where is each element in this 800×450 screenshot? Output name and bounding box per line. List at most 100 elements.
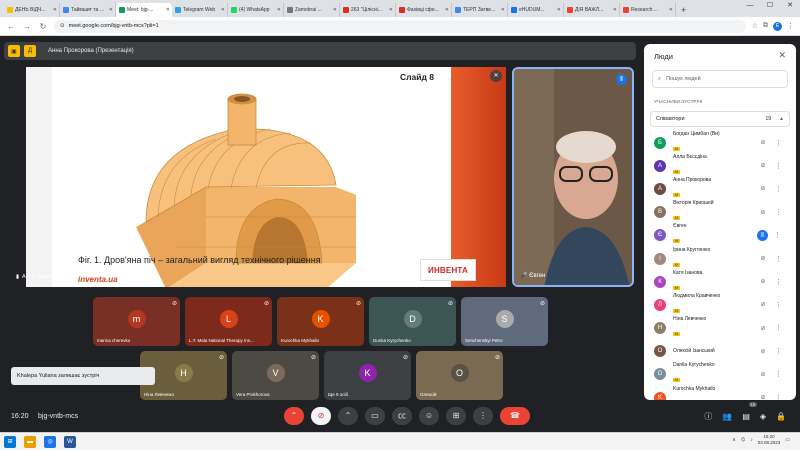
tab-close-icon[interactable]: ✕ [557,7,561,13]
mic-off-icon[interactable]: ⊘ [757,209,769,216]
mic-off-icon[interactable]: ⊘ [757,139,769,146]
more-options-icon[interactable]: ⋮ [775,162,782,170]
participant-tile[interactable]: V ⊘ Vera Prokhorova [232,351,319,400]
slides-icon[interactable]: ▣ [8,45,20,57]
more-options-icon[interactable]: ⋮ [775,301,782,309]
browser-tab[interactable]: ТЕРП Затве... ✕ [452,3,508,17]
browser-tab[interactable]: Таймшит та ... ✕ [60,3,116,17]
tray-arrow-icon[interactable]: ∧ [732,437,736,443]
browser-tab[interactable]: Telegram Web ✕ [172,3,228,17]
mic-off-icon[interactable]: ⊘ [757,278,769,285]
participant-row[interactable]: О Олексій Ізанський ⊘ ⋮ [650,340,790,363]
presentation-view[interactable]: Слайд 8 Фіг. 1. Дров'яна піч – загальний… [26,67,506,287]
more-options-icon[interactable]: ⋮ [775,208,782,216]
people-icon[interactable]: 👥 [722,412,732,421]
tab-close-icon[interactable]: ✕ [277,7,281,13]
participant-row[interactable]: Б Богдан Цимбал (Ви) М ⊘ ⋮ [650,131,790,154]
tab-close-icon[interactable]: ✕ [109,7,113,13]
more-options-button[interactable]: ⋮ [473,407,493,425]
more-options-icon[interactable]: ⋮ [775,255,782,263]
site-info-icon[interactable]: ⊙ [60,23,65,29]
participant-row[interactable]: Н Ніна Левченко М ⊘ ⋮ [650,316,790,340]
browser-tab[interactable]: ДЕНЬ ВІДЧ... ✕ [4,3,60,17]
browser-tab[interactable]: ДІЯ ВАЖЛ... ✕ [564,3,620,17]
participant-row[interactable]: В Вікторія Криошей М ⊘ ⋮ [650,200,790,224]
browser-tab[interactable]: 263 "Цілісні... ✕ [340,3,396,17]
browser-tab[interactable]: Research ... ✕ [620,3,676,17]
participant-tile[interactable]: S ⊘ Senchenskyi Petro [461,297,548,346]
more-options-icon[interactable]: ⋮ [775,347,782,355]
bookmark-star-icon[interactable]: ☆ [752,22,758,30]
participant-row[interactable]: І Ірина Кругленко М ⊘ ⋮ [650,247,790,270]
speaking-indicator-icon[interactable]: ||| [757,229,768,241]
presentation-mute-icon[interactable]: ✕ [490,70,502,82]
tab-close-icon[interactable]: ✕ [613,7,617,13]
more-options-icon[interactable]: ⋮ [775,394,782,400]
mic-off-icon[interactable]: ⊘ [757,371,769,378]
mic-options-button[interactable]: ⌃ [284,407,304,425]
mic-off-icon[interactable]: ⊘ [757,325,769,332]
participant-tile[interactable]: D ⊘ Dunka Kyrychenko [369,297,456,346]
participant-tile[interactable]: K ⊘ Ще 9 осіб [324,351,411,400]
volume-icon[interactable]: ♪ [750,437,753,443]
more-options-icon[interactable]: ⋮ [775,370,782,378]
participant-row[interactable]: К Катя Ізанова М ⊘ ⋮ [650,270,790,293]
participant-tile[interactable]: L ⊘ L.T. Mala National Therapy Ins... [185,297,272,346]
mic-off-icon[interactable]: ⊘ [757,162,769,169]
browser-tab[interactable]: Meet: bjg-... ✕ [116,3,172,17]
clock[interactable]: 16:20 03.08.2023 [758,434,781,446]
notifications-icon[interactable]: ▭ [785,437,790,443]
participant-row[interactable]: K Kurochka MykhailoМ ⊘ ⋮ [650,386,790,400]
mic-off-icon[interactable]: ⊘ [757,394,769,400]
participant-tile[interactable]: m ⊘ marina cherevko [93,297,180,346]
close-panel-icon[interactable]: ✕ [778,50,786,61]
host-controls-icon[interactable]: 🔒 [776,412,786,421]
captions-button[interactable]: ㏄ [392,407,412,425]
speaker-tile[interactable]: ||| 🎤 Євген [512,67,634,287]
participant-row[interactable]: А Анна Прокорова М ⊘ ⋮ [650,177,790,200]
mic-toggle-button[interactable]: ⊘ [311,407,331,425]
present-button[interactable]: ⊞ [446,407,466,425]
browser-tab[interactable]: Zamobrai ... ✕ [284,3,340,17]
activities-icon[interactable]: ◈ [760,412,766,421]
participant-row[interactable]: А Алла Бєсєдіна М ⊘ ⋮ [650,154,790,177]
profile-avatar[interactable]: E [773,21,782,31]
mic-off-icon[interactable]: ⊘ [757,185,769,192]
mic-off-icon[interactable]: ⊘ [757,301,769,308]
word-icon[interactable]: W [64,435,76,448]
new-tab-icon[interactable]: + [676,3,691,17]
participant-row[interactable]: Є Євген М ||| ⋮ [650,223,790,247]
reactions-button[interactable]: ☺ [419,407,439,425]
people-search-input[interactable]: ⌕ Пошук людей [652,70,788,88]
leave-call-button[interactable]: ☎ [500,407,530,425]
tab-close-icon[interactable]: ✕ [221,7,225,13]
chevron-up-icon[interactable]: ▲ [779,116,784,122]
tab-close-icon[interactable]: ✕ [389,7,393,13]
participant-tile[interactable]: О ⊘ Олексій [416,351,503,400]
mic-off-icon[interactable]: ⊘ [757,255,769,262]
tab-close-icon[interactable]: ✕ [166,7,170,13]
file-explorer-icon[interactable]: ▬ [24,435,36,448]
camera-toggle-button[interactable]: ▭ [365,407,385,425]
maximize-icon[interactable]: ☐ [760,0,780,14]
more-options-icon[interactable]: ⋮ [774,231,781,239]
browser-tab[interactable]: eHUDUM... ✕ [508,3,564,17]
more-options-icon[interactable]: ⋮ [775,324,782,332]
browser-tab[interactable]: Фахівці сфе... ✕ [396,3,452,17]
close-window-icon[interactable]: ✕ [780,0,800,14]
forward-icon[interactable]: → [22,22,32,31]
participant-row[interactable]: Л Людмила Кравченко М ⊘ ⋮ [650,293,790,316]
extensions-icon[interactable]: ⧉ [763,22,768,30]
participant-tile[interactable]: K ⊘ Kurochka Mykhailo [277,297,364,346]
chrome-icon[interactable]: ◎ [44,435,56,448]
menu-kebab-icon[interactable]: ⋮ [787,22,794,30]
tab-close-icon[interactable]: ✕ [669,7,673,13]
tab-close-icon[interactable]: ✕ [445,7,449,13]
pin-icon[interactable]: Д [24,45,36,57]
participants-section-header[interactable]: Співавтори 19 ▲ [650,111,790,127]
camera-options-button[interactable]: ⌃ [338,407,358,425]
reload-icon[interactable]: ↻ [38,22,48,31]
more-options-icon[interactable]: ⋮ [775,278,782,286]
back-icon[interactable]: ← [6,22,16,31]
more-options-icon[interactable]: ⋮ [775,139,782,147]
